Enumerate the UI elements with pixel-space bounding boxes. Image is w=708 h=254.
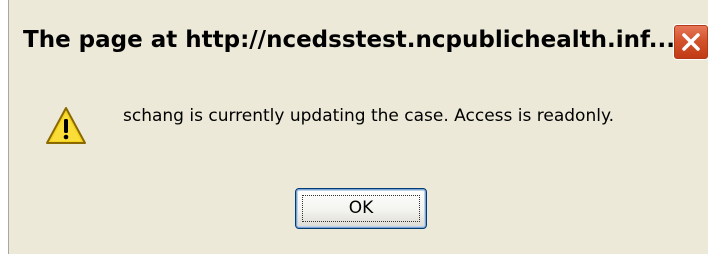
ok-button-label: OK [348,198,374,218]
close-icon [682,33,700,51]
ok-button[interactable]: OK [295,188,427,229]
warning-icon [46,107,86,144]
dialog-message: schang is currently updating the case. A… [123,106,614,126]
dialog-title: The page at http://ncedsstest.ncpubliche… [23,27,675,53]
close-button[interactable] [673,24,708,60]
alert-dialog: The page at http://ncedsstest.ncpubliche… [8,0,708,254]
